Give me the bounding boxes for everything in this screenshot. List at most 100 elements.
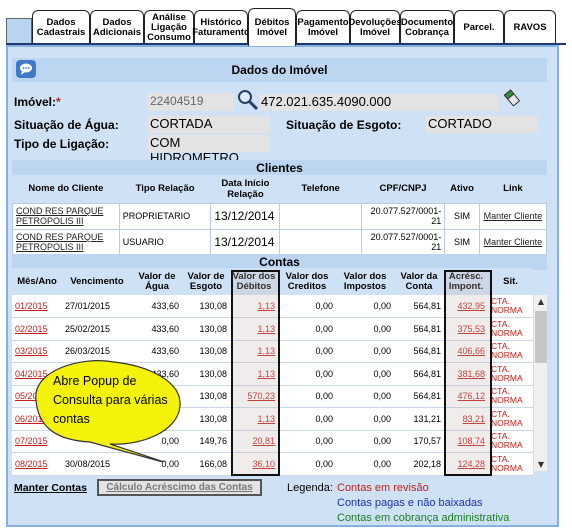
conta-cell-impostos: 0,00: [336, 452, 394, 476]
situacao-agua-label: Situação de Água:: [14, 118, 119, 132]
conta-esgoto-value: 149,76: [199, 436, 227, 447]
scroll-thumb[interactable]: [535, 311, 547, 363]
col-link: Link: [479, 175, 547, 203]
conta-conta-value: 564,81: [413, 323, 441, 334]
conta-sit-value: CTA. NORMA: [491, 386, 523, 406]
debitos-highlight-box: [231, 270, 280, 476]
conta-sit-value: CTA. NORMA: [491, 453, 523, 473]
cliente-nome-link[interactable]: COND RES PARQUE PETROPOLIS III: [16, 206, 103, 226]
cliente-cpf: 20.077.527/0001-21: [360, 228, 446, 256]
contas-scrollbar[interactable]: ▲ ▼: [533, 295, 547, 471]
dados-imovel-header: Dados do Imóvel: [12, 58, 547, 82]
conta-cell-mes[interactable]: 01/2015: [12, 295, 62, 318]
conta-esgoto-value: 130,08: [199, 368, 227, 379]
legenda-cobranca: Contas em cobrança administrativa: [337, 512, 510, 524]
conta-cell-esgoto: 130,08: [182, 362, 230, 386]
conta-conta-value: 564,81: [413, 368, 441, 379]
scroll-up-icon[interactable]: ▲: [534, 297, 548, 306]
clientes-header-row: Nome do Cliente Tipo Relação Data Início…: [12, 175, 547, 203]
conta-cell-esgoto: 130,08: [182, 407, 230, 431]
conta-mes-value[interactable]: 02/2015: [15, 324, 48, 334]
tab-parcelamento[interactable]: Parcel.: [454, 10, 504, 44]
calculo-acrescimo-button[interactable]: Cálculo Acréscimo das Contas: [97, 479, 262, 496]
cliente-nome[interactable]: COND RES PARQUE PETROPOLIS III: [12, 202, 120, 230]
conta-esgoto-value: 130,08: [199, 391, 227, 402]
conta-impostos-value: 0,00: [373, 323, 391, 334]
conta-creditos-value: 0,00: [315, 301, 333, 311]
conta-cell-esgoto: 130,08: [182, 385, 230, 408]
cliente-telefone: [279, 202, 362, 230]
tab-historico-faturamento[interactable]: Histórico Faturamento: [192, 10, 250, 44]
situacao-esgoto-value: CORTADO: [428, 116, 492, 131]
conta-creditos-value: 0,00: [315, 368, 333, 379]
scroll-down-icon[interactable]: ▼: [534, 460, 548, 469]
eraser-icon[interactable]: [503, 89, 520, 107]
manter-cliente-link-text[interactable]: Manter Cliente: [484, 211, 543, 221]
cliente-tipo: PROPRIETARIO: [118, 202, 212, 230]
conta-mes-value[interactable]: 01/2015: [15, 301, 48, 311]
col-data-inicio: Data Início Relação: [210, 175, 280, 203]
contas-title: Contas: [259, 255, 300, 269]
clientes-title: Clientes: [256, 161, 303, 175]
cliente-nome-link[interactable]: COND RES PARQUE PETROPOLIS III: [16, 232, 103, 252]
conta-creditos-value: 0,00: [315, 413, 333, 424]
manter-cliente-link[interactable]: Manter Cliente: [478, 228, 548, 256]
imovel-input[interactable]: 22404519: [148, 93, 234, 111]
col-valor-esgoto: Valor de Esgoto: [182, 268, 230, 295]
cliente-nome[interactable]: COND RES PARQUE PETROPOLIS III: [12, 228, 120, 256]
tab-analise-ligacao-consumo[interactable]: Análise Ligação Consumo: [144, 10, 194, 44]
tab-pagamento-imovel[interactable]: Pagamento Imóvel: [296, 10, 350, 44]
conta-cell-sit: CTA. NORMA: [488, 295, 533, 318]
tab-dados-cadastrais[interactable]: Dados Cadastrais: [32, 10, 90, 44]
conta-cell-impostos: 0,00: [336, 407, 394, 431]
tab-bar-stub: [6, 18, 32, 44]
tipo-ligacao-field: COM HIDROMETRO: [148, 135, 270, 165]
tab-documento-cobranca[interactable]: Documento Cobrança: [400, 10, 454, 44]
col-valor-agua: Valor de Água: [132, 268, 182, 295]
cliente-ativo: SIM: [444, 202, 480, 230]
search-icon[interactable]: [237, 89, 259, 111]
acrescimo-highlight-box: [444, 270, 492, 476]
situacao-agua-value: CORTADA: [150, 116, 213, 131]
conta-creditos-value: 0,00: [315, 346, 333, 357]
conta-cell-venc: 27/01/2015: [62, 295, 132, 318]
cliente-tipo: USUARIO: [118, 228, 212, 256]
tab-dados-adicionais[interactable]: Dados Adicionais: [90, 10, 144, 44]
cliente-data: 13/12/2014: [210, 202, 281, 230]
conta-conta-value: 564,81: [413, 391, 441, 402]
conta-impostos-value: 0,00: [373, 346, 391, 357]
conta-cell-mes[interactable]: 02/2015: [12, 317, 62, 341]
conta-esgoto-value: 166,08: [199, 458, 227, 469]
situacao-esgoto-label: Situação de Esgoto:: [286, 118, 402, 132]
tab-debitos-imovel[interactable]: Débitos Imóvel: [248, 8, 296, 46]
tab-devolucoes-imovel[interactable]: Devoluções Imóvel: [348, 10, 402, 44]
conta-cell-agua: 433,60: [132, 295, 182, 318]
tab-ravos[interactable]: RAVOS: [504, 10, 556, 44]
situacao-esgoto-field: CORTADO: [426, 116, 538, 133]
conta-esgoto-value: 130,08: [199, 323, 227, 334]
conta-cell-creditos: 0,00: [278, 385, 336, 408]
manter-contas-link[interactable]: Manter Contas: [14, 482, 87, 494]
conta-cell-agua: 433,60: [132, 317, 182, 341]
conta-conta-value: 131,21: [413, 413, 441, 424]
conta-cell-impostos: 0,00: [336, 430, 394, 453]
conta-cell-creditos: 0,00: [278, 317, 336, 341]
col-valor-conta: Valor da Conta: [394, 268, 444, 295]
conta-cell-esgoto: 166,08: [182, 452, 230, 476]
conta-cell-impostos: 0,00: [336, 295, 394, 318]
imovel-label-text: Imóvel:: [14, 95, 57, 109]
conta-cell-sit: CTA. NORMA: [488, 385, 533, 408]
col-cpf-cnpj: CPF/CNPJ: [361, 175, 445, 203]
conta-creditos-value: 0,00: [315, 391, 333, 402]
conta-venc-value: 25/02/2015: [65, 323, 111, 334]
conta-cell-conta: 564,81: [394, 340, 444, 363]
chat-icon[interactable]: [16, 60, 36, 78]
conta-cell-sit: CTA. NORMA: [488, 430, 533, 453]
conta-conta-value: 564,81: [413, 346, 441, 357]
conta-sit-value: CTA. NORMA: [491, 341, 523, 361]
conta-cell-sit: CTA. NORMA: [488, 362, 533, 386]
col-nome-cliente: Nome do Cliente: [12, 175, 120, 203]
conta-creditos-value: 0,00: [315, 436, 333, 447]
manter-cliente-link[interactable]: Manter Cliente: [478, 202, 548, 230]
manter-cliente-link-text[interactable]: Manter Cliente: [484, 237, 543, 247]
